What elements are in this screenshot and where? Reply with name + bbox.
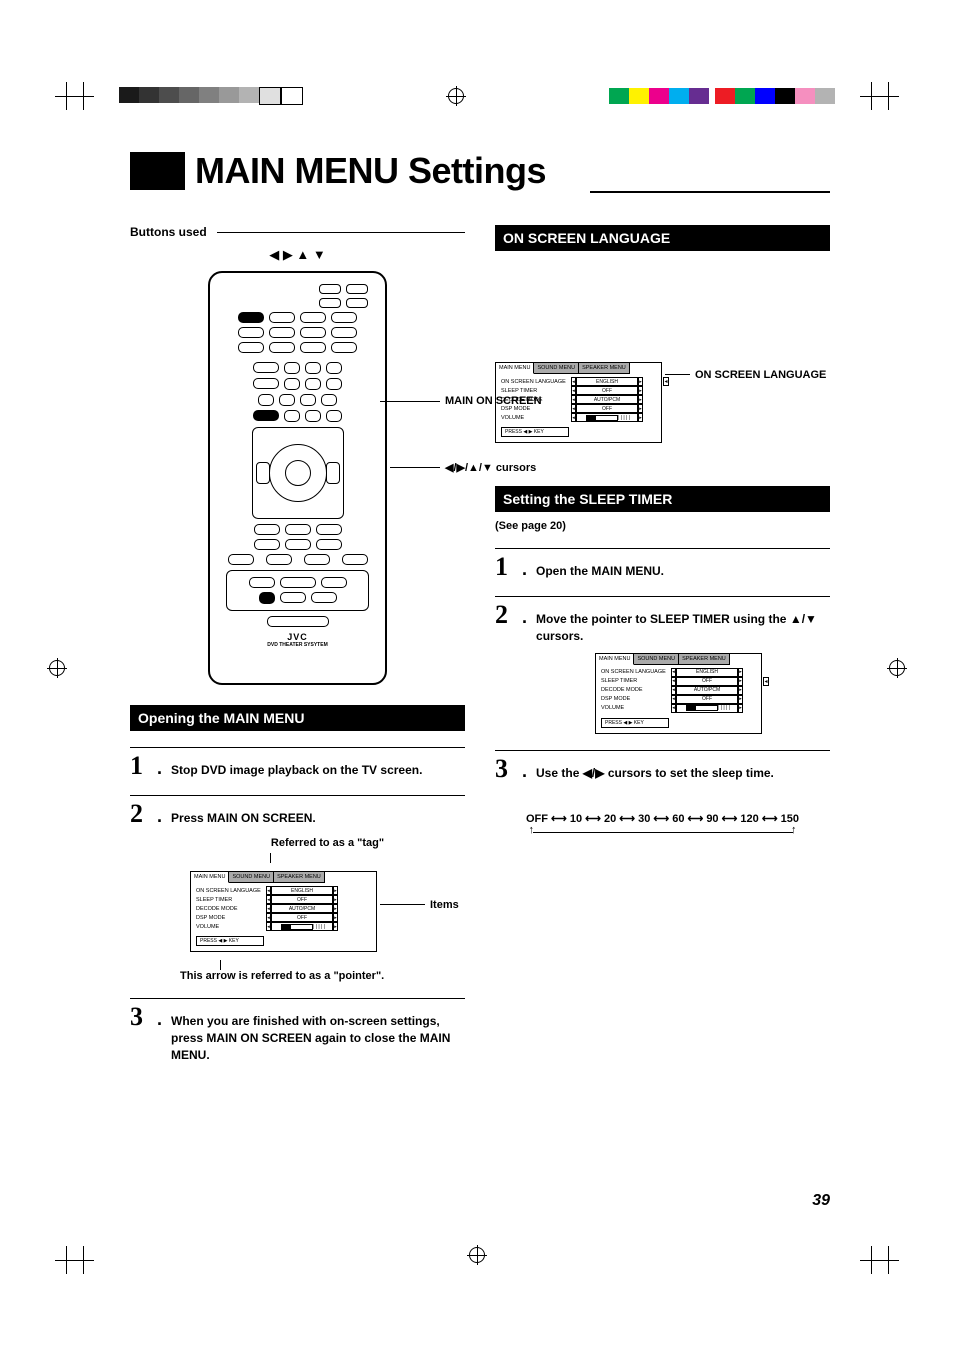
title-black-box bbox=[130, 152, 185, 190]
dpad-icon bbox=[252, 427, 344, 519]
pointer-caption: This arrow is referred to as a "pointer"… bbox=[180, 970, 465, 982]
opening-step-2: 2. Press MAIN ON SCREEN. bbox=[130, 795, 465, 827]
remote-model: DVD THEATER SYSYTEM bbox=[216, 642, 379, 648]
page-title: MAIN MENU Settings bbox=[195, 150, 830, 192]
top-registration-bar bbox=[0, 85, 954, 107]
menu-tab-main: MAIN MENU bbox=[191, 872, 229, 883]
cursor-glyphs: ◀ ▶ ▲ ▼ bbox=[130, 247, 465, 263]
bottom-crop-marks bbox=[0, 1246, 954, 1274]
opening-step-1: 1. Stop DVD image playback on the TV scr… bbox=[130, 747, 465, 779]
color-swatch-row bbox=[609, 88, 835, 104]
registration-mark-icon bbox=[41, 660, 73, 676]
sleep-time-ruler: ↑ ↑ bbox=[518, 825, 808, 839]
on-screen-language-header: ON SCREEN LANGUAGE bbox=[495, 225, 830, 251]
crop-mark bbox=[877, 82, 899, 110]
registration-mark-icon bbox=[881, 660, 913, 676]
on-screen-language-diagram: MAIN MENU SOUND MENU SPEAKER MENU ON SCR… bbox=[495, 362, 662, 443]
crop-mark bbox=[72, 82, 94, 110]
grey-swatch-row bbox=[119, 87, 303, 105]
page-number: 39 bbox=[812, 1192, 830, 1210]
menu-tab-sound: SOUND MENU bbox=[229, 872, 274, 883]
buttons-used-label: Buttons used bbox=[130, 225, 207, 239]
page-title-row: MAIN MENU Settings bbox=[130, 150, 830, 192]
sleep-timer-header: Setting the SLEEP TIMER bbox=[495, 486, 830, 512]
menu-tab-speaker: SPEAKER MENU bbox=[274, 872, 325, 883]
sleep-step-3: 3. Use the ◀/▶ cursors to set the sleep … bbox=[495, 750, 830, 782]
see-page-reference: (See page 20) bbox=[495, 520, 830, 532]
main-menu-diagram: MAIN MENU SOUND MENU SPEAKER MENU ON SCR… bbox=[190, 871, 377, 952]
opening-step-3: 3. When you are finished with on-screen … bbox=[130, 998, 465, 1063]
registration-mark-icon bbox=[448, 88, 464, 104]
sleep-time-values: OFF ⟷ 10 ⟷ 20 ⟷ 30 ⟷ 60 ⟷ 90 ⟷ 120 ⟷ 150 bbox=[495, 812, 830, 825]
sleep-step-2: 2. Move the pointer to SLEEP TIMER using… bbox=[495, 596, 830, 645]
sleep-timer-diagram: MAIN MENU SOUND MENU SPEAKER MENU ON SCR… bbox=[595, 653, 762, 734]
on-screen-language-callout: ON SCREEN LANGUAGE bbox=[695, 369, 826, 381]
callout-cursors: ◀/▶/▲/▼ cursors bbox=[445, 461, 536, 474]
sleep-step-1: 1. Open the MAIN MENU. bbox=[495, 548, 830, 580]
tag-caption: Referred to as a "tag" bbox=[190, 837, 465, 849]
remote-diagram: JVC DVD THEATER SYSYTEM MAIN ON SCREEN ◀… bbox=[130, 271, 465, 685]
manual-page: MAIN MENU Settings Buttons used ◀ ▶ ▲ ▼ bbox=[0, 0, 954, 1351]
items-callout: Items bbox=[430, 899, 459, 911]
opening-main-menu-header: Opening the MAIN MENU bbox=[130, 705, 465, 731]
remote-brand: JVC bbox=[216, 632, 379, 642]
buttons-used-row: Buttons used bbox=[130, 225, 465, 239]
